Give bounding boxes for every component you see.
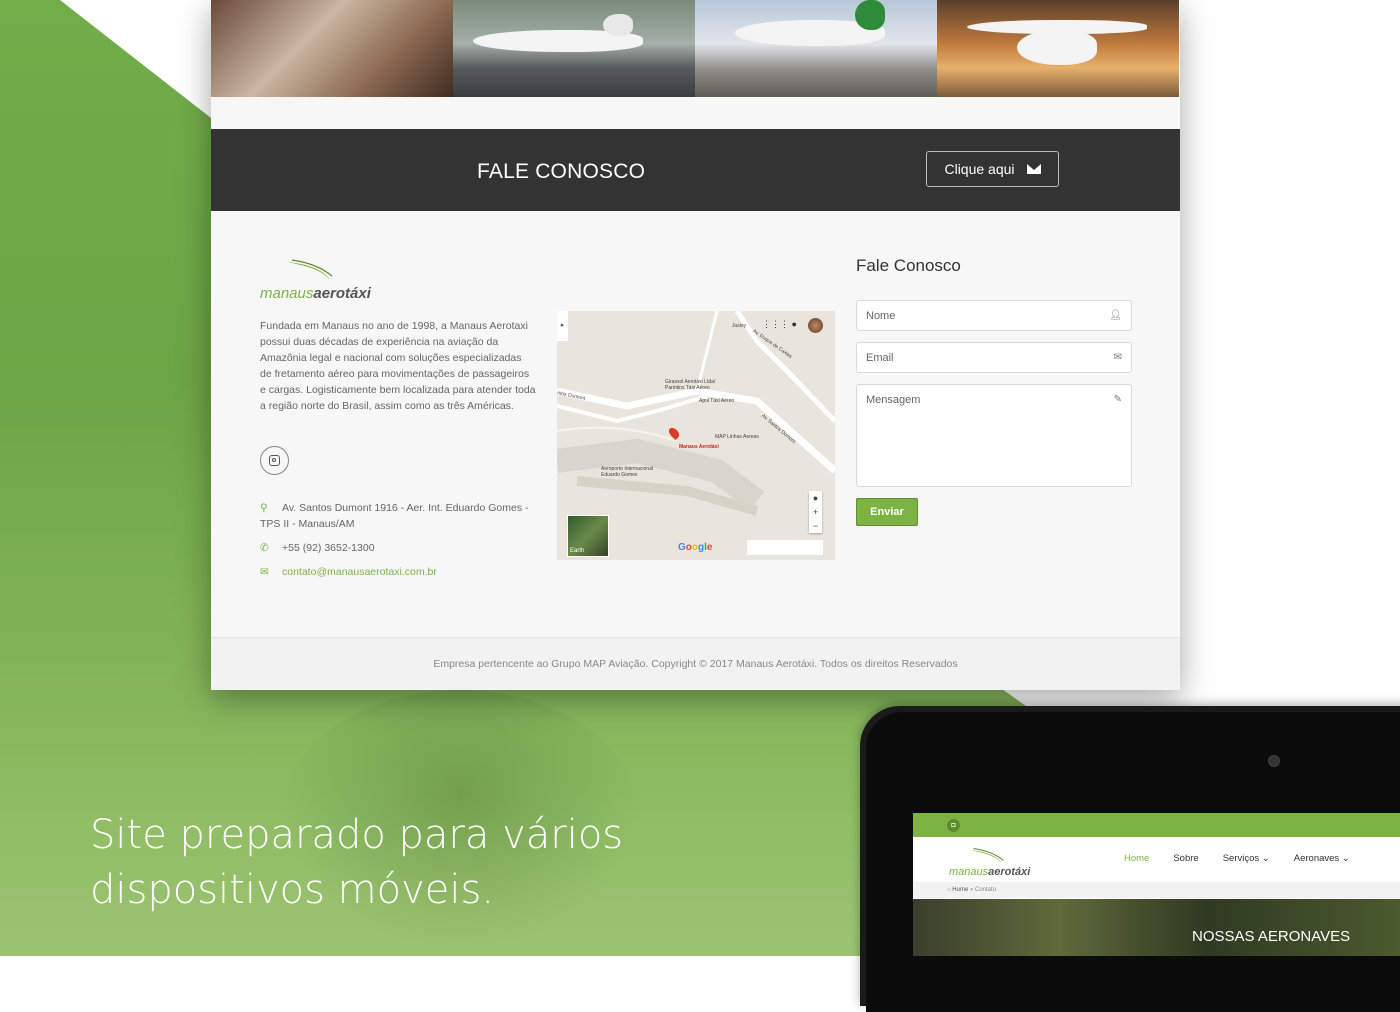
about-text: Fundada em Manaus no ano de 1998, a Mana…	[260, 320, 536, 412]
map-zoom-controls[interactable]: ● + −	[809, 491, 822, 533]
map-label-eduardo: Eduardo Gomes	[601, 472, 638, 478]
cta-button-label: Clique aqui	[944, 161, 1015, 177]
envelope-icon: ✉	[1113, 352, 1122, 363]
contact-email: ✉ contato@manausaerotaxi.com.br	[260, 564, 437, 580]
map-label-map-linhas: MAP Linhas Aereas	[715, 434, 759, 440]
camera-icon	[1268, 755, 1280, 767]
name-placeholder: Nome	[866, 310, 896, 322]
google-logo: Google	[678, 542, 713, 553]
headline-line-2: dispositivos móveis.	[90, 867, 495, 913]
photo-caravan-in-flight[interactable]	[937, 0, 1179, 97]
phone-icon: ✆	[260, 542, 269, 554]
pencil-icon: ✎	[1113, 394, 1122, 405]
envelope-outline-icon: ✉	[260, 566, 269, 578]
aircraft-photo-strip	[211, 0, 1180, 97]
nav-servicos[interactable]: Serviços ⌄	[1223, 853, 1270, 864]
cta-title: FALE CONOSCO	[477, 160, 646, 183]
footer-copyright: Empresa pertencente ao Grupo MAP Aviação…	[433, 658, 958, 670]
photo-bandeirante[interactable]	[695, 0, 937, 97]
form-title: Fale Conosco	[856, 256, 961, 275]
brand-logo[interactable]: manausaerotáxi	[260, 258, 390, 308]
site-footer: Empresa pertencente ao Grupo MAP Aviação…	[211, 637, 1180, 690]
headline-line-1: Site preparado para vários	[90, 812, 624, 858]
user-avatar[interactable]	[808, 318, 823, 333]
contact-phone: ✆ +55 (92) 3652-1300	[260, 542, 375, 554]
swoosh-icon	[288, 259, 333, 280]
photo-learjet[interactable]	[453, 0, 695, 97]
instagram-icon[interactable]: ◘	[947, 819, 960, 832]
spacer-band	[211, 97, 1180, 129]
tablet-logo-wordmark: manausaerotáxi	[949, 866, 1031, 878]
swoosh-icon	[970, 848, 1004, 864]
website-screenshot: FALE CONOSCO Clique aqui manausaerotáxi …	[211, 0, 1180, 690]
nav-aeronaves[interactable]: Aeronaves ⌄	[1294, 853, 1350, 864]
map-attribution-bar[interactable]	[747, 540, 823, 555]
photo-cabin-interior[interactable]	[211, 0, 453, 97]
breadcrumb-home[interactable]: Home	[952, 887, 968, 893]
map-label-manaus: Manaus Aerotáxi	[679, 444, 719, 450]
map-expand-toggle[interactable]: ▸	[557, 311, 568, 341]
logo-wordmark: manausaerotáxi	[260, 285, 371, 302]
tablet-top-bar: ◘	[913, 813, 1400, 837]
email-link[interactable]: contato@manausaerotaxi.com.br	[282, 566, 437, 578]
instagram-icon	[269, 455, 280, 466]
instagram-button[interactable]	[260, 446, 289, 475]
message-placeholder: Mensagem	[866, 394, 921, 406]
nav-sobre[interactable]: Sobre	[1173, 853, 1198, 864]
map-label-jusley: Jusley	[732, 323, 747, 329]
location-map[interactable]: ▸ Jusley Av. Duque de Caxias ⋮⋮⋮ ● Giras…	[557, 311, 835, 560]
envelope-icon	[1026, 164, 1041, 174]
name-field[interactable]: Nome 👤︎	[856, 300, 1132, 331]
breadcrumb: ⌂ Home » Contato	[913, 882, 1400, 898]
cta-bar: FALE CONOSCO Clique aqui	[211, 129, 1180, 211]
email-field[interactable]: Email ✉	[856, 342, 1132, 373]
tablet-nav: Home Sobre Serviços ⌄ Aeronaves ⌄	[1124, 853, 1374, 864]
map-label-parintins: Parintins Táxi Aéreo	[665, 385, 710, 391]
nav-home[interactable]: Home	[1124, 853, 1149, 864]
earth-view-button[interactable]: Earth	[567, 515, 609, 557]
contact-address: ⚲ Av. Santos Dumont 1916 - Aer. Int. Edua…	[260, 502, 529, 530]
apps-grid-icon[interactable]: ⋮⋮⋮ ●	[762, 319, 797, 330]
marketing-headline: Site preparado para vários dispositivos …	[90, 808, 650, 918]
email-placeholder: Email	[866, 352, 894, 364]
tablet-brand-logo[interactable]: manausaerotáxi	[949, 847, 1049, 887]
breadcrumb-current: Contato	[974, 887, 996, 893]
tablet-hero-title: NOSSAS AERONAVES	[1192, 928, 1351, 945]
map-marker-icon: ⚲	[260, 502, 268, 514]
user-icon: 👤︎	[1109, 310, 1122, 321]
message-field[interactable]: Mensagem ✎	[856, 384, 1132, 487]
send-button[interactable]: Enviar	[856, 498, 918, 526]
clique-aqui-button[interactable]: Clique aqui	[926, 151, 1059, 187]
map-label-apui: Apui Táxi Aéreo	[699, 398, 735, 404]
